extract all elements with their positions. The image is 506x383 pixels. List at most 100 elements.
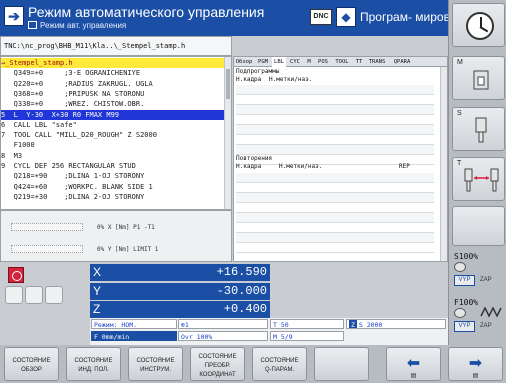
spindle-override-value: S100% xyxy=(454,252,479,261)
program-line[interactable]: Q220=+0 ;RADIUS ZAKRUGL. UGLA xyxy=(1,79,225,89)
program-path: TNC:\nc_prog\BHB_M11\Kla..\_Stempel_stam… xyxy=(0,36,232,56)
tab-0[interactable]: Обзор xyxy=(234,57,254,67)
nc-stop-icon[interactable] xyxy=(8,267,24,283)
program-line[interactable]: F1000 xyxy=(1,140,225,150)
axis-value: +16.590 xyxy=(216,265,267,279)
softkey-label: СОСТОЯНИЕ xyxy=(12,358,51,364)
tab-9[interactable]: QPARA xyxy=(389,57,415,67)
program-line[interactable]: Q349=+0 ;3-E OGRANICHENIYE xyxy=(1,68,225,78)
softkey-label: СОСТОЯНИЕ xyxy=(74,358,113,364)
axis-row: Y -30.000 xyxy=(90,282,270,300)
mode-title: Режим автоматического управления xyxy=(28,4,265,20)
tab-1[interactable]: PGM xyxy=(255,57,271,67)
program-line[interactable]: 7 TOOL CALL "MILL_D20_ROUGH" Z S2000 xyxy=(1,130,225,140)
blank-key-2[interactable] xyxy=(25,286,43,304)
clock-key[interactable] xyxy=(452,3,505,47)
dnc-button[interactable]: DNC xyxy=(310,9,332,25)
status-softkey-1[interactable]: СОСТОЯНИЕ ИНД. ПОЛ. xyxy=(66,347,121,381)
status-tab-row: Обзор PGM LBL CYC M POS TOOL TT TRANS QPARA xyxy=(234,57,447,67)
feed-on-button[interactable]: ZAP xyxy=(480,321,504,332)
axis-row: X +16.590 xyxy=(90,264,270,281)
status-softkey-3[interactable]: СОСТОЯНИЕ ПРЕОБР. КООРДИНАТ xyxy=(190,347,245,381)
machine-icon xyxy=(473,70,489,90)
program-scrollbar[interactable] xyxy=(224,57,231,209)
repeats-table xyxy=(236,173,434,253)
feed-wave-icon xyxy=(480,306,502,318)
status-softkey-2[interactable]: СОСТОЯНИЕ ИНСТРУМ. xyxy=(128,347,183,381)
program-line[interactable]: Q368=+0 ;PRIPUSK NA STORONU xyxy=(1,89,225,99)
clock-icon xyxy=(466,12,494,40)
program-line[interactable]: Q219=+30 ;DLINA 2-OJ STORONY xyxy=(1,192,225,202)
subprograms-title: Подпрограммы xyxy=(236,68,280,75)
program-line[interactable]: 6 CALL LBL "safe" xyxy=(1,120,225,130)
window-icon xyxy=(28,21,37,29)
tab-5[interactable]: POS xyxy=(315,57,331,67)
document-icon: ▤ xyxy=(472,373,479,379)
program-line[interactable]: Q338=+0 ;WREZ. CHISTOW.OBR. xyxy=(1,99,225,109)
load-status-panel: 0% X [Nm] P1 -T1 0% Y [Nm] LIMIT 1 xyxy=(0,210,232,262)
s-spindle-key[interactable]: S xyxy=(452,107,505,151)
blank-key-3[interactable] xyxy=(45,286,63,304)
mode-subtitle: Режим авт. управления xyxy=(28,21,126,30)
softkey-label: ИНД. ПОЛ. xyxy=(78,367,109,373)
tab-panel-scrollbar[interactable] xyxy=(440,67,447,261)
programming-mode-icon[interactable]: ◆ xyxy=(336,7,356,27)
arrow-left-icon: ⬅ xyxy=(406,355,421,372)
spindle-off-button[interactable]: VYP xyxy=(454,275,475,286)
document-icon: ▤ xyxy=(410,373,417,379)
t-tool-key[interactable]: T xyxy=(452,157,505,201)
program-window[interactable]: →_Stempel_stamp.h Q349=+0 ;3-E OGRANICHE… xyxy=(0,56,232,210)
y-load-bar xyxy=(11,245,83,253)
page-back-button[interactable]: ⬅ ▤ xyxy=(386,347,441,381)
status-softkey-0[interactable]: СОСТОЯНИЕ ОБЗОР xyxy=(4,347,59,381)
machine-mode-icon: ➔ xyxy=(4,6,24,26)
axis-label: Z xyxy=(93,302,101,316)
mode-cell: Режим: НОМ. xyxy=(91,319,177,329)
m-label: M xyxy=(457,59,463,66)
feed-override-dial-icon[interactable] xyxy=(454,308,466,318)
softkey-label: ОБЗОР xyxy=(21,367,42,373)
spindle-on-button[interactable]: ZAP xyxy=(480,275,504,286)
softkey-label: ИНСТРУМ. xyxy=(140,367,171,373)
program-line-selected[interactable]: 5 L Y-30 X+30 R0 FMAX M99 xyxy=(1,109,225,120)
axis-extra xyxy=(270,282,448,300)
program-line[interactable]: 8 M3 xyxy=(1,151,225,161)
axis-value: +0.400 xyxy=(223,302,267,316)
page-forward-button[interactable]: ➡ ▤ xyxy=(448,347,503,381)
machine-mode[interactable]: ➔ Режим автоматического управления Режим… xyxy=(4,4,304,32)
status-softkey-4[interactable]: СОСТОЯНИЕ Q-ПАРАМ. xyxy=(252,347,307,381)
program-line[interactable]: 9 CYCL DEF 256 RECTANGULAR STUD xyxy=(1,161,225,171)
empty-softkey[interactable] xyxy=(314,347,369,381)
tab-4[interactable]: M xyxy=(304,57,314,67)
subprograms-col-block: Н.кадра xyxy=(236,76,262,83)
s-label: S xyxy=(457,110,462,117)
spindle-ref-cell: ⊕1 xyxy=(178,319,268,329)
softkey-label: КООРДИНАТ xyxy=(199,372,236,378)
header-bar: ➔ Режим автоматического управления Режим… xyxy=(0,0,475,36)
tab-2[interactable]: LBL xyxy=(272,57,286,67)
program-line[interactable]: Q424=+60 ;WORKPC. BLANK SIDE 1 xyxy=(1,182,225,192)
feed-off-button[interactable]: VYP xyxy=(454,321,475,332)
tool-change-icon xyxy=(464,168,499,192)
position-left-controls xyxy=(0,262,90,318)
tab-7[interactable]: TT xyxy=(353,57,365,67)
m-function-key[interactable]: M xyxy=(452,56,505,100)
program-line-current[interactable]: →_Stempel_stamp.h xyxy=(1,58,225,68)
softkey-label: СОСТОЯНИЕ xyxy=(136,358,175,364)
repeats-col-block: Н.кадра xyxy=(236,163,262,170)
repeats-title: Повторения xyxy=(236,155,273,162)
machine-info-bar: Режим: НОМ. ⊕1 T 50 ZS 2000 F 0mm/min Ov… xyxy=(90,318,448,345)
repeats-col-rep: REP xyxy=(399,163,410,170)
empty-right-key[interactable] xyxy=(452,206,505,246)
feed-override-panel: F100% VYP ZAP xyxy=(452,298,505,336)
axis-row: Z +0.400 xyxy=(90,301,270,318)
program-scroll-thumb[interactable] xyxy=(226,69,230,99)
spindle-override-panel: S100% VYP ZAP xyxy=(452,252,505,290)
override-cell: Ovr 100% xyxy=(178,331,268,341)
spindle-override-dial-icon[interactable] xyxy=(454,262,466,272)
tab-6[interactable]: TOOL xyxy=(332,57,352,67)
tab-8[interactable]: TRANS xyxy=(366,57,388,67)
tab-3[interactable]: CYC xyxy=(287,57,303,67)
blank-key-1[interactable] xyxy=(5,286,23,304)
program-line[interactable]: Q218=+90 ;DLINA 1-OJ STORONY xyxy=(1,171,225,181)
